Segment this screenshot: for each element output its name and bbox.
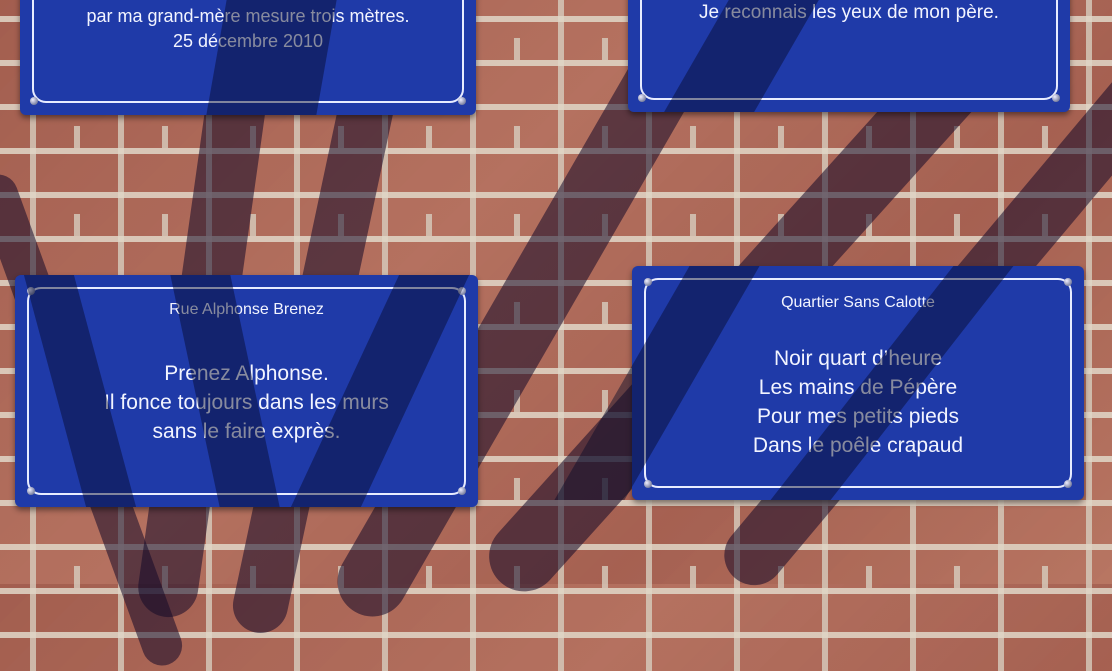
plaque-line: 25 décembre 2010 bbox=[172, 31, 324, 51]
screw-icon bbox=[644, 278, 652, 286]
screw-icon bbox=[458, 287, 466, 295]
plaque-line: Pour mes petits pieds bbox=[757, 405, 959, 428]
plaque-line: Dans le poêle crapaud bbox=[752, 434, 964, 457]
screw-icon bbox=[644, 480, 652, 488]
plaque-line: Il fonce toujours dans les murs bbox=[104, 391, 389, 414]
plaque-top-right: Je reconnais les yeux de mon père. bbox=[628, 0, 1070, 112]
plaque-line: Je reconnais les yeux de mon père. bbox=[699, 2, 999, 23]
brick-row bbox=[0, 214, 1112, 236]
screw-icon bbox=[638, 94, 646, 102]
brick-row bbox=[0, 566, 1112, 588]
plaque-line: Noir quart d’heure bbox=[773, 347, 943, 370]
screw-icon bbox=[27, 287, 35, 295]
plaque-title: Quartier Sans Calotte bbox=[781, 294, 935, 311]
plaque-title: Rue Alphonse Brenez bbox=[169, 301, 324, 318]
plaque-line: par ma grand-mère mesure trois mètres. bbox=[86, 6, 410, 26]
plaque-line: Prenez Alphonse. bbox=[164, 362, 329, 385]
screw-icon bbox=[1052, 94, 1060, 102]
screw-icon bbox=[458, 487, 466, 495]
screw-icon bbox=[458, 97, 466, 105]
plaque-bottom-right: Quartier Sans Calotte Noir quart d’heure… bbox=[554, 266, 1084, 500]
screw-icon bbox=[1064, 278, 1072, 286]
screw-icon bbox=[27, 487, 35, 495]
plaque-line: Les mains de Pépère bbox=[758, 376, 958, 399]
plaque-line: sans le faire exprès. bbox=[152, 420, 341, 443]
screw-icon bbox=[30, 97, 38, 105]
brick-row bbox=[0, 126, 1112, 148]
plaque-top-left: par ma grand-mère mesure trois mètres. 2… bbox=[20, 0, 476, 115]
plaque-bottom-left: Rue Alphonse Brenez Prenez Alphonse. Il … bbox=[15, 275, 478, 507]
screw-icon bbox=[1064, 480, 1072, 488]
